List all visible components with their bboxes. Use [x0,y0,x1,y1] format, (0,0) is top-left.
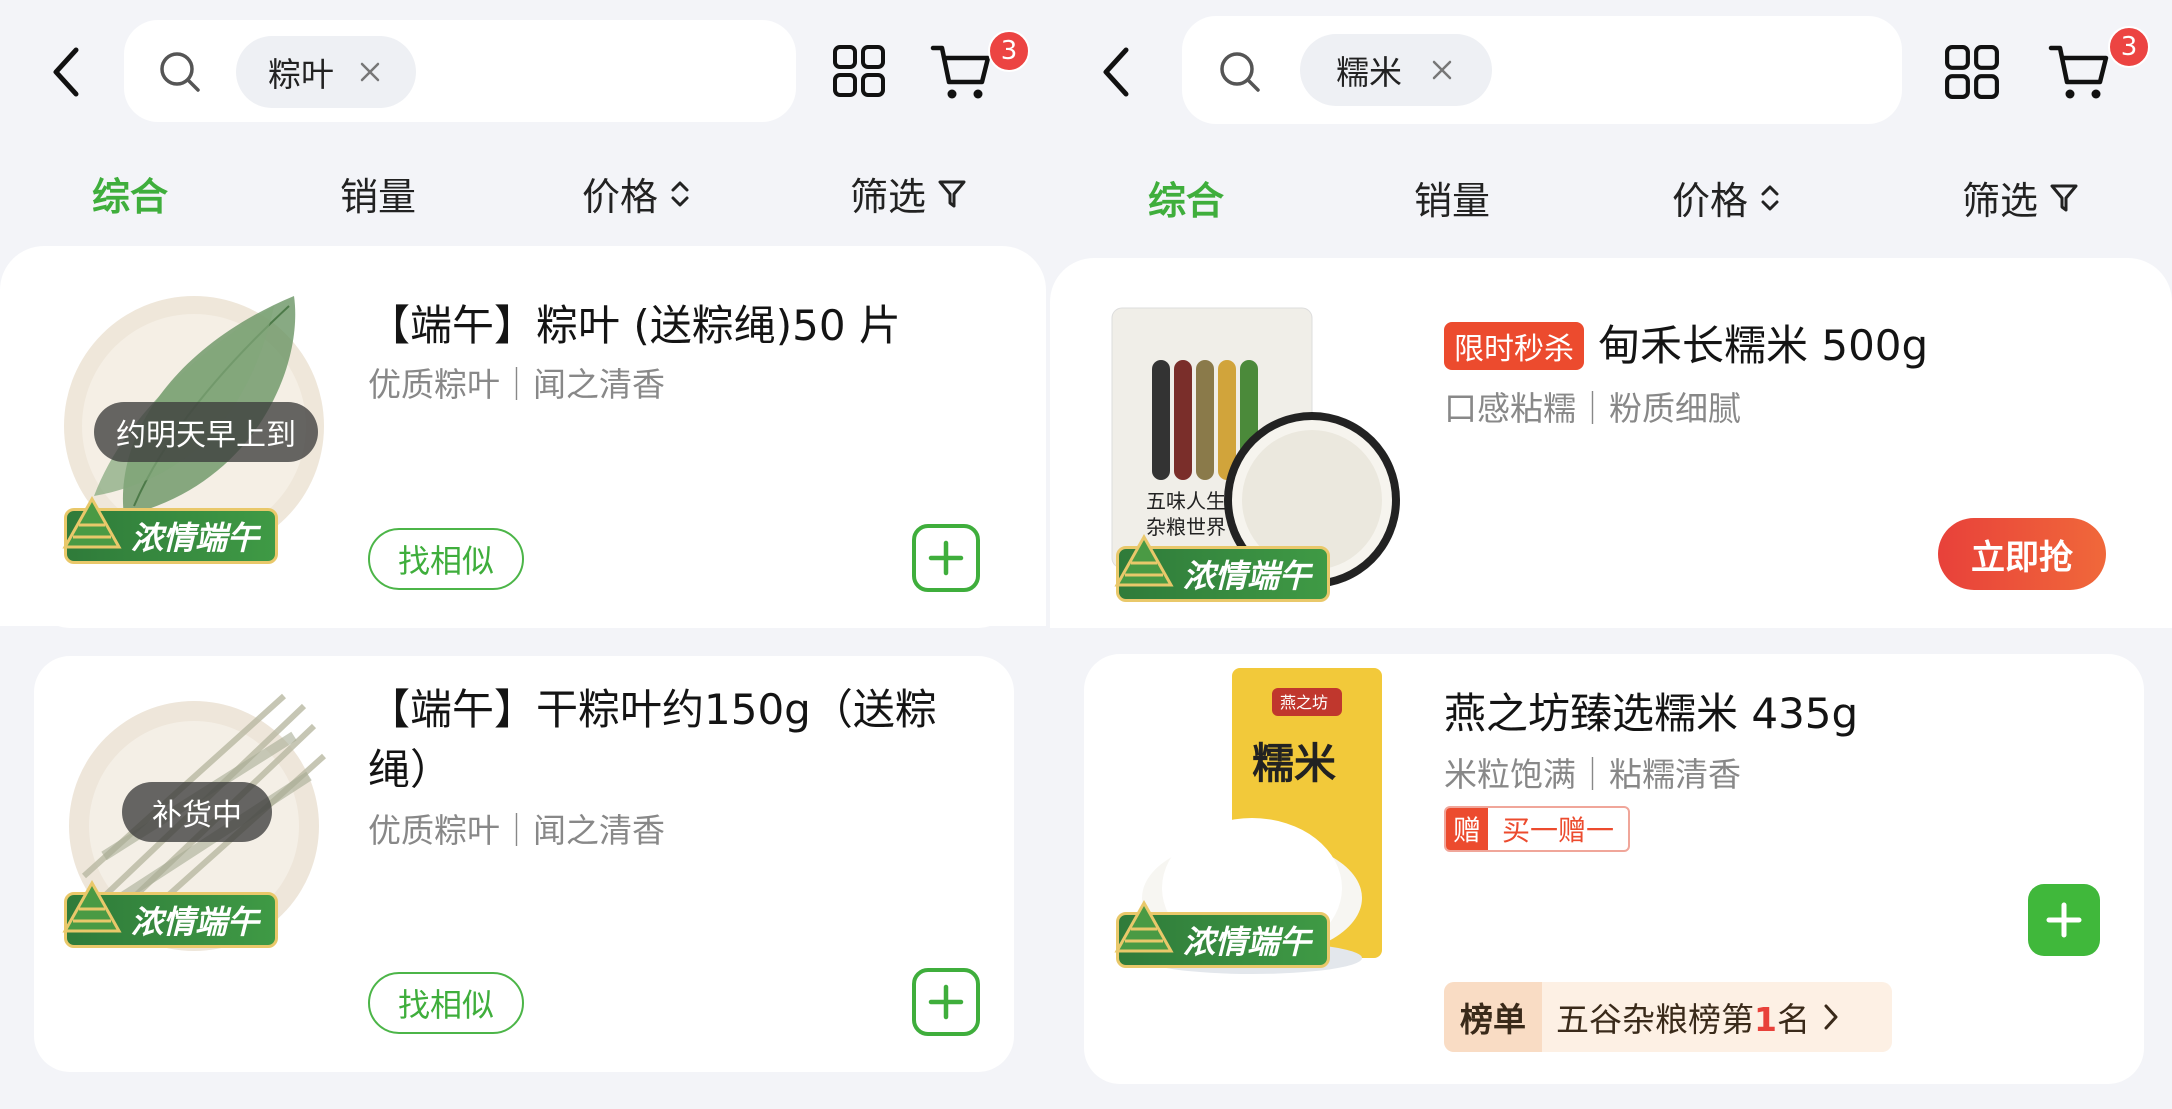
search-icon [160,52,200,92]
tab-sales[interactable]: 销量 [340,166,416,221]
close-icon[interactable] [1430,58,1454,82]
cart-icon[interactable] [930,42,992,102]
ranking-suffix: 名 [1776,1000,1810,1039]
product-subtitle: 优质粽叶｜闻之清香 [368,365,665,404]
product-subtitle: 口感粘糯｜粉质细腻 [1444,389,1741,428]
zongzi-icon [62,879,122,933]
search-keyword: 粽叶 [268,55,334,94]
product-card[interactable]: 燕之坊 糯米 浓情端午 燕之坊臻选糯米 435g 米粒饱满｜粘糯清香 赠 买一赠… [1084,654,2144,1084]
festival-badge: 浓情端午 [62,879,278,948]
zongzi-icon [1114,533,1174,587]
product-subtitle: 优质粽叶｜闻之清香 [368,811,665,850]
package-brand: 燕之坊 [1280,693,1328,712]
close-icon[interactable] [358,60,382,84]
tab-comprehensive[interactable]: 综合 [1148,170,1224,225]
search-box[interactable]: 糯米 [1182,16,1902,124]
plus-icon [2046,902,2082,938]
gift-tag-text: 买一赠一 [1502,814,1615,847]
product-title-line2: 绳） [368,745,453,794]
tab-label: 销量 [1414,179,1491,223]
tab-label: 销量 [340,175,417,219]
find-similar-button[interactable]: 找相似 [368,972,524,1034]
cart-icon[interactable] [2048,42,2110,102]
add-to-cart-button[interactable] [912,968,980,1036]
tab-label: 综合 [92,175,169,219]
product-card[interactable]: 补货中 浓情端午 【端午】干粽叶约150g（送粽 绳） 优质粽叶｜闻之清香 找相… [34,656,1014,1072]
plus-icon [928,984,964,1020]
ranking-label: 榜单 [1444,982,1542,1052]
festival-badge-text: 浓情端午 [1183,923,1312,961]
ranking-number: 1 [1754,1000,1777,1039]
product-card[interactable]: 约明天早上到 浓情端午 【端午】粽叶 (送粽绳)50 片 优质粽叶｜闻之清香 找… [34,272,1014,628]
flash-sale-tag: 限时秒杀 [1444,322,1584,370]
search-keyword: 糯米 [1336,53,1402,92]
ranking-bar[interactable]: 榜单 五谷杂粮榜第1名 [1444,982,1892,1052]
filter-funnel-icon [938,180,966,207]
add-to-cart-button[interactable] [2028,884,2100,956]
left-panel: 粽叶 3 综合 销量 价格 筛选 约明天早上到 浓情端午 【端午】粽叶 (送粽绳… [0,0,1050,1109]
festival-badge-text: 浓情端午 [131,519,260,557]
sort-chevrons-icon [671,181,689,206]
tab-price[interactable]: 价格 [1672,170,1780,225]
search-keyword-chip[interactable]: 粽叶 [236,36,416,108]
stock-status: 补货中 [122,782,272,842]
product-title: 燕之坊臻选糯米 435g [1444,689,1859,738]
tab-price[interactable]: 价格 [582,166,690,221]
cart-badge: 3 [2108,26,2150,68]
plus-icon [928,540,964,576]
tab-sales[interactable]: 销量 [1414,170,1490,225]
buy-now-button[interactable]: 立即抢 [1938,518,2106,590]
grid-icon[interactable] [832,44,886,98]
right-panel: 糯米 3 综合 销量 价格 筛选 五味人生 杂粮世界 浓情端午 限时秒杀 甸禾长… [1050,0,2172,1109]
ranking-text: 五谷杂粮榜第1名 [1542,993,1810,1041]
tab-label: 综合 [1148,179,1225,223]
cart-badge: 3 [988,30,1030,72]
tab-label: 筛选 [1962,179,2039,223]
sort-chevrons-icon [1761,185,1779,210]
find-similar-button[interactable]: 找相似 [368,528,524,590]
tab-label: 筛选 [850,175,927,219]
festival-badge-text: 浓情端午 [1183,557,1312,595]
chevron-right-icon [1824,1004,1838,1030]
product-title: 【端午】粽叶 (送粽绳)50 片 [368,301,901,350]
gift-tag: 赠 买一赠一 [1444,806,1631,852]
festival-badge: 浓情端午 [62,495,278,564]
product-card[interactable]: 五味人生 杂粮世界 浓情端午 限时秒杀 甸禾长糯米 500g 口感粘糯｜粉质细腻… [1084,276,2144,626]
product-subtitle: 米粒饱满｜粘糯清香 [1444,755,1741,794]
search-icon [1220,52,1260,92]
festival-badge: 浓情端午 [1114,533,1330,602]
tab-comprehensive[interactable]: 综合 [92,166,168,221]
delivery-status: 约明天早上到 [94,402,318,462]
filter-funnel-icon [2050,184,2078,211]
ranking-prefix: 五谷杂粮榜第 [1556,1000,1754,1039]
tab-filter[interactable]: 筛选 [850,166,966,221]
tab-label: 价格 [582,175,659,219]
search-box[interactable]: 粽叶 [124,20,796,122]
back-button[interactable] [46,42,86,102]
back-button[interactable] [1096,42,1136,102]
search-keyword-chip[interactable]: 糯米 [1300,34,1492,106]
add-to-cart-button[interactable] [912,524,980,592]
zongzi-icon [62,495,122,549]
chevron-left-icon [1103,47,1129,97]
zongzi-icon [1114,899,1174,953]
package-text: 五味人生 [1146,489,1226,513]
tab-label: 价格 [1672,179,1749,223]
tab-filter[interactable]: 筛选 [1962,170,2078,225]
grid-icon[interactable] [1944,44,2000,100]
product-title-line1: 【端午】干粽叶约150g（送粽 [368,685,937,734]
gift-tag-label: 赠 [1446,808,1488,850]
product-title: 甸禾长糯米 500g [1598,321,1929,370]
package-text: 糯米 [1252,739,1336,788]
chevron-left-icon [53,47,79,97]
festival-badge-text: 浓情端午 [131,903,260,941]
festival-badge: 浓情端午 [1114,899,1330,968]
